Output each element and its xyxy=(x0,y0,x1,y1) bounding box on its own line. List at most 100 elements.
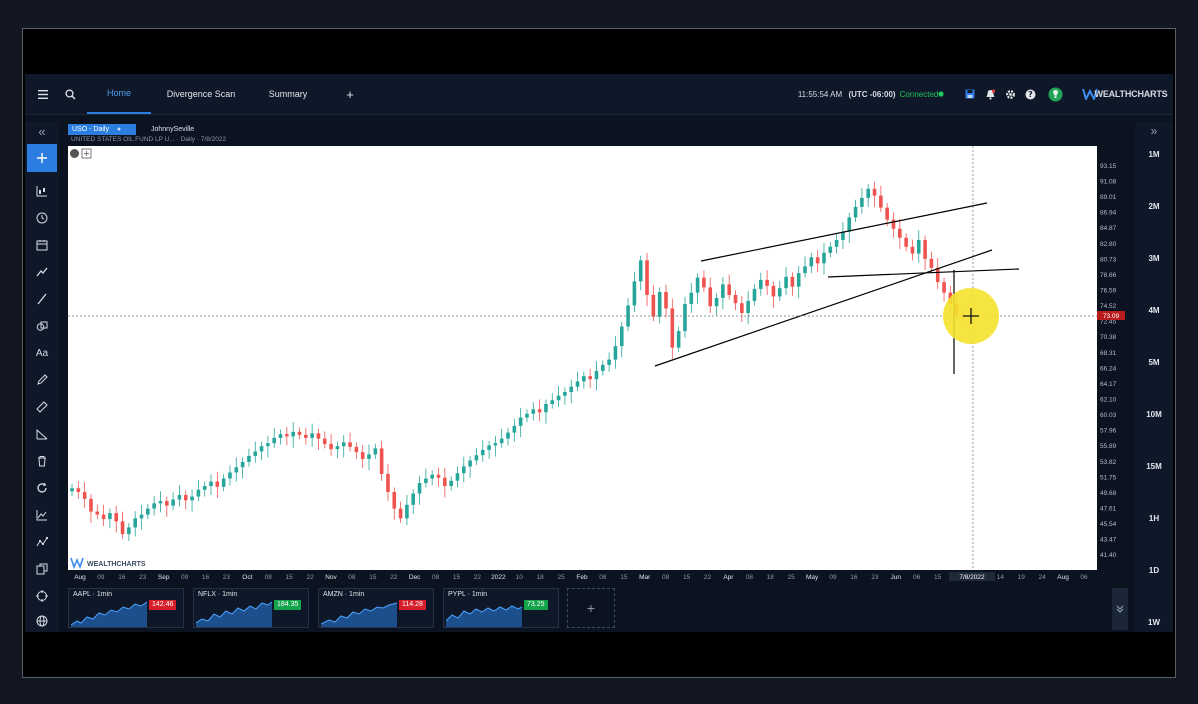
candle[interactable] xyxy=(708,287,713,307)
timeframe-15m[interactable]: 15M xyxy=(1135,462,1173,471)
copy-icon[interactable] xyxy=(25,558,59,580)
mini-chart-amzn[interactable]: AMZN · 1min 114.28 xyxy=(318,588,434,628)
candle[interactable] xyxy=(575,381,580,387)
candle[interactable] xyxy=(588,376,592,380)
clock-icon[interactable] xyxy=(25,207,59,229)
candle[interactable] xyxy=(651,294,656,317)
candle[interactable] xyxy=(556,395,561,401)
candle[interactable] xyxy=(531,409,536,414)
candle[interactable] xyxy=(443,477,447,487)
candle[interactable] xyxy=(405,504,409,519)
candle[interactable] xyxy=(487,445,491,450)
timeframe-4m[interactable]: 4M xyxy=(1135,306,1173,315)
candle[interactable] xyxy=(872,188,877,196)
candle[interactable] xyxy=(721,284,725,298)
candle[interactable] xyxy=(676,331,681,348)
candle[interactable] xyxy=(790,276,795,287)
candle[interactable] xyxy=(518,417,523,426)
candle[interactable] xyxy=(127,527,131,535)
candle[interactable] xyxy=(76,488,81,493)
candle[interactable] xyxy=(664,291,668,309)
timeframe-2m[interactable]: 2M xyxy=(1135,202,1173,211)
candle[interactable] xyxy=(146,508,150,515)
help-icon[interactable]: ? xyxy=(1021,74,1039,114)
candle[interactable] xyxy=(436,474,441,478)
timezone[interactable]: (UTC -06:00) xyxy=(847,74,897,114)
tab-home[interactable]: Home xyxy=(87,74,151,114)
candle[interactable] xyxy=(607,359,611,365)
candle[interactable] xyxy=(379,448,384,474)
candle[interactable] xyxy=(449,480,453,487)
add-widget-button[interactable]: + xyxy=(567,588,615,628)
candle[interactable] xyxy=(139,514,144,519)
candle[interactable] xyxy=(657,291,662,317)
ruler-icon[interactable] xyxy=(25,396,59,418)
candle[interactable] xyxy=(898,228,902,238)
candle[interactable] xyxy=(253,451,258,456)
timeframe-10m[interactable]: 10M xyxy=(1135,410,1173,419)
target-icon[interactable] xyxy=(25,585,59,607)
candle[interactable] xyxy=(360,452,365,459)
candle[interactable] xyxy=(101,514,106,520)
candle[interactable] xyxy=(828,246,833,253)
candle[interactable] xyxy=(525,413,529,418)
candle[interactable] xyxy=(183,495,188,501)
measure-icon[interactable] xyxy=(25,423,59,445)
candle[interactable] xyxy=(455,473,460,481)
candle[interactable] xyxy=(266,443,270,447)
candle[interactable] xyxy=(348,442,352,447)
candle[interactable] xyxy=(133,518,137,528)
candle[interactable] xyxy=(910,246,915,254)
candle[interactable] xyxy=(727,284,731,295)
candle[interactable] xyxy=(891,219,896,229)
candle[interactable] xyxy=(392,492,397,509)
candle[interactable] xyxy=(594,370,599,380)
plus-icon[interactable] xyxy=(27,144,57,172)
candle[interactable] xyxy=(929,258,934,268)
candle[interactable] xyxy=(638,260,643,282)
candle[interactable] xyxy=(499,438,504,444)
candle[interactable] xyxy=(569,386,574,392)
chart-settings-icon[interactable] xyxy=(70,149,79,158)
pattern-icon[interactable] xyxy=(25,531,59,553)
candle[interactable] xyxy=(853,206,858,218)
candle[interactable] xyxy=(582,376,586,382)
candle[interactable] xyxy=(386,473,390,493)
candle[interactable] xyxy=(815,257,820,264)
candle[interactable] xyxy=(537,409,542,413)
collapse-left-button[interactable]: « xyxy=(25,122,59,140)
refresh-icon[interactable] xyxy=(25,477,59,499)
text-icon[interactable]: Aa xyxy=(25,342,59,364)
candle[interactable] xyxy=(373,448,378,455)
candle[interactable] xyxy=(89,498,93,512)
candle[interactable] xyxy=(95,511,100,515)
candle[interactable] xyxy=(771,285,776,297)
candle[interactable] xyxy=(550,400,555,405)
candle[interactable] xyxy=(942,282,946,293)
candle[interactable] xyxy=(879,195,883,208)
candle[interactable] xyxy=(480,449,485,456)
timeframe-3m[interactable]: 3M xyxy=(1135,254,1173,263)
expand-panel-button[interactable] xyxy=(1112,588,1128,630)
candle[interactable] xyxy=(765,279,769,286)
bell-icon[interactable] xyxy=(981,74,999,114)
candle[interactable] xyxy=(322,438,327,444)
search-icon[interactable] xyxy=(59,74,81,114)
candle[interactable] xyxy=(424,478,428,484)
candle[interactable] xyxy=(645,260,649,295)
candle[interactable] xyxy=(885,207,889,220)
timeframe-1d[interactable]: 1D xyxy=(1135,566,1173,575)
candle[interactable] xyxy=(506,432,510,439)
indicator-icon[interactable] xyxy=(25,504,59,526)
candle[interactable] xyxy=(417,483,422,494)
symbol-settings-icon[interactable]: ● xyxy=(117,126,121,133)
candle[interactable] xyxy=(601,364,605,371)
candle[interactable] xyxy=(752,288,757,301)
candle[interactable] xyxy=(411,493,416,505)
line-draw-icon[interactable] xyxy=(25,288,59,310)
candle[interactable] xyxy=(215,481,220,487)
candle[interactable] xyxy=(158,501,163,504)
candle[interactable] xyxy=(82,492,87,499)
candle[interactable] xyxy=(209,481,213,487)
candle[interactable] xyxy=(272,437,277,444)
